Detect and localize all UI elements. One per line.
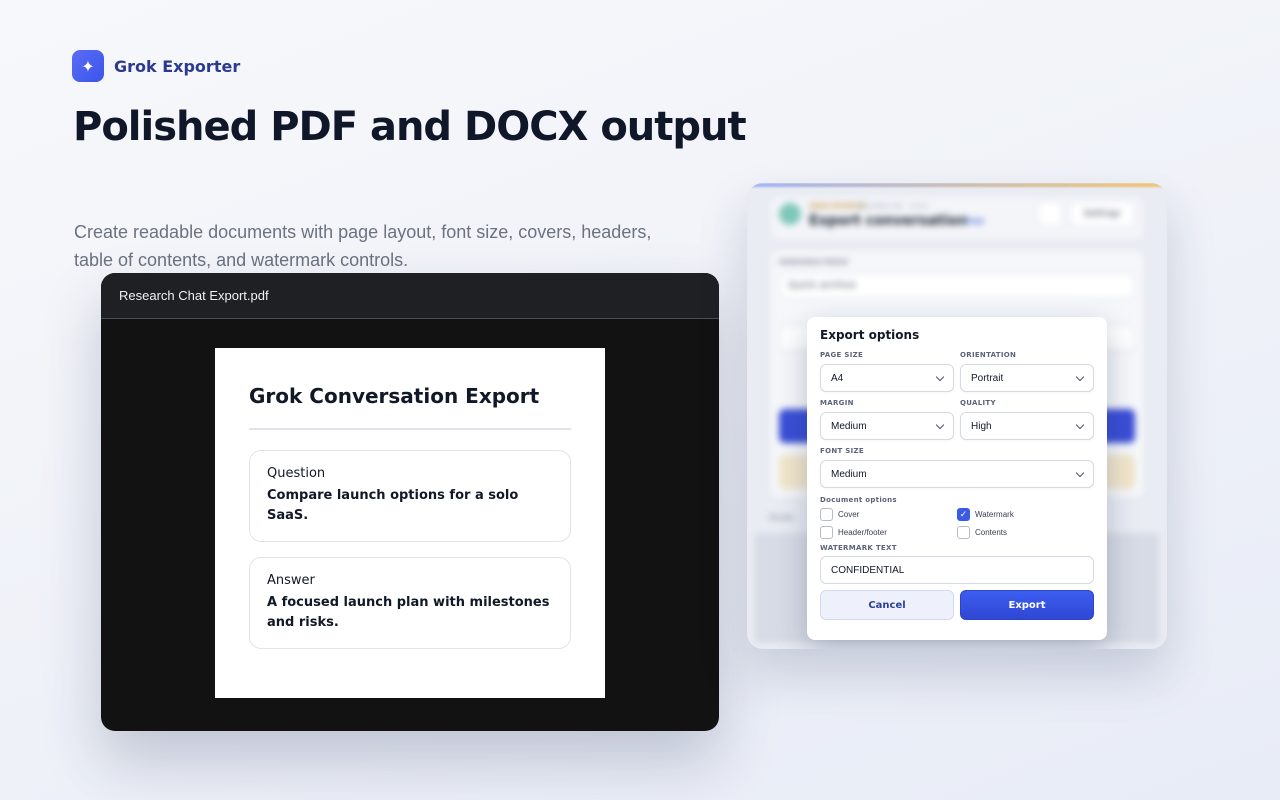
panel-logo <box>779 203 801 225</box>
export-button[interactable]: Export <box>960 590 1094 620</box>
font-size-value: Medium <box>831 468 867 480</box>
option-cover[interactable]: Cover <box>820 508 957 521</box>
document-divider <box>249 428 571 430</box>
sparkle-icon: ✦ <box>72 50 104 82</box>
contents-checkbox[interactable] <box>957 526 970 539</box>
orientation-select[interactable]: Portrait <box>960 364 1094 392</box>
answer-label: Answer <box>267 573 315 588</box>
viewer-toolbar: Research Chat Export.pdf <box>101 273 719 319</box>
chevron-down-icon <box>1075 420 1085 429</box>
export-options-modal: Export options PAGE SIZE A4 ORIENTATION … <box>807 317 1107 640</box>
cover-label: Cover <box>838 510 860 519</box>
viewer-filename: Research Chat Export.pdf <box>119 288 269 303</box>
answer-text: A focused launch plan with milestones an… <box>267 595 550 630</box>
panel-byline: by Grokfan Dev · v0.6.0 <box>857 203 929 210</box>
watermark-text-label: WATERMARK TEXT <box>820 544 897 552</box>
quality-value: High <box>971 420 992 432</box>
margin-select[interactable]: Medium <box>820 412 954 440</box>
brand-name: Grok Exporter <box>114 56 241 76</box>
chevron-down-icon <box>935 420 945 429</box>
header-footer-label: Header/footer <box>838 528 887 537</box>
page-size-select[interactable]: A4 <box>820 364 954 392</box>
hero-title: Polished PDF and DOCX output <box>73 104 747 150</box>
orientation-value: Portrait <box>971 372 1004 384</box>
panel-pill: Page <box>965 217 985 225</box>
preset-label: WORKSPACE PRESET <box>779 259 850 266</box>
panel-accent-line <box>747 183 1167 187</box>
hero-subtitle: Create readable documents with page layo… <box>74 222 652 270</box>
contents-label: Contents <box>975 528 1008 537</box>
status-text: Ready. <box>769 513 796 522</box>
question-label: Question <box>267 466 326 481</box>
option-contents[interactable]: Contents <box>957 526 1094 539</box>
answer-card: Answer A focused launch plan with milest… <box>249 557 571 649</box>
cover-checkbox[interactable] <box>820 508 833 521</box>
option-watermark[interactable]: ✓ Watermark <box>957 508 1094 521</box>
chevron-down-icon <box>1075 468 1085 477</box>
page-size-label: PAGE SIZE <box>820 351 864 359</box>
question-text: Compare launch options for a solo SaaS. <box>267 488 519 523</box>
question-card: Question Compare launch options for a so… <box>249 450 571 542</box>
margin-value: Medium <box>831 420 867 432</box>
chevron-down-icon <box>1075 372 1085 381</box>
option-header-footer[interactable]: Header/footer <box>820 526 957 539</box>
preset-select: Quick archive <box>779 273 1135 299</box>
pdf-viewer: Research Chat Export.pdf Grok Conversati… <box>101 273 719 731</box>
panel-title: Export conversation <box>809 213 968 229</box>
settings-button: Settings <box>1069 201 1135 227</box>
margin-label: MARGIN <box>820 399 854 407</box>
modal-title: Export options <box>820 328 920 342</box>
pdf-page: Grok Conversation Export Question Compar… <box>215 348 605 698</box>
cancel-button[interactable]: Cancel <box>820 590 954 620</box>
quality-label: QUALITY <box>960 399 996 407</box>
watermark-checkbox[interactable]: ✓ <box>957 508 970 521</box>
orientation-label: ORIENTATION <box>960 351 1017 359</box>
extension-panel: GROK EXPORTER by Grokfan Dev · v0.6.0 Ex… <box>747 183 1167 649</box>
font-size-select[interactable]: Medium <box>820 460 1094 488</box>
brand: ✦ Grok Exporter <box>72 50 240 82</box>
document-title: Grok Conversation Export <box>249 384 540 408</box>
page-size-value: A4 <box>831 372 844 384</box>
quality-select[interactable]: High <box>960 412 1094 440</box>
watermark-text-input[interactable]: CONFIDENTIAL <box>820 556 1094 584</box>
chevron-down-icon <box>935 372 945 381</box>
header-footer-checkbox[interactable] <box>820 526 833 539</box>
theme-toggle-button <box>1037 201 1063 227</box>
document-options-label: Document options <box>820 496 897 504</box>
font-size-label: FONT SIZE <box>820 447 865 455</box>
watermark-label: Watermark <box>975 510 1014 519</box>
